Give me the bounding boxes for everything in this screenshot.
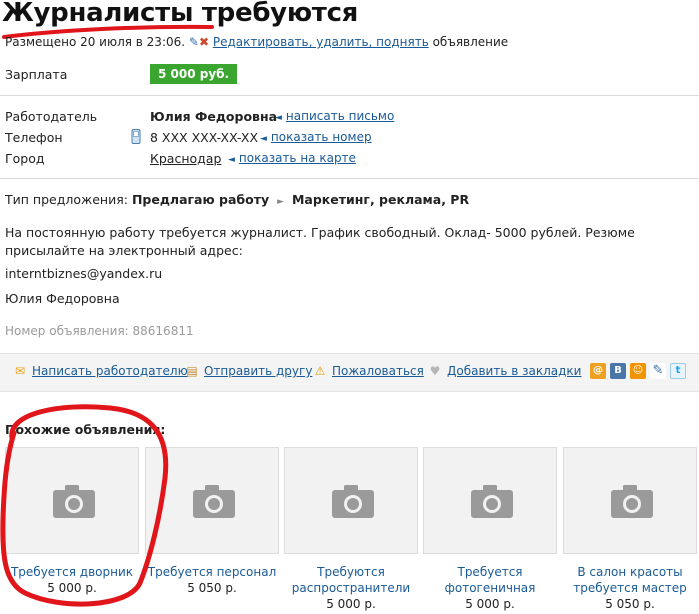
phone-icon: [131, 129, 141, 144]
similar-ad-price: 5 000 р.: [326, 597, 376, 611]
edit-icon: ✎: [188, 35, 199, 49]
phone-label: Телефон: [5, 130, 63, 145]
similar-ad-card[interactable]: В салон красоты требуется мастер 5 050 р.: [563, 447, 697, 612]
warning-icon: ⚠: [314, 364, 326, 378]
offer-type-row: Тип предложения: Предлагаю работу ► Марк…: [5, 192, 469, 207]
show-number-link[interactable]: ◄ показать номер: [260, 130, 372, 144]
city-link[interactable]: Краснодар: [150, 151, 221, 166]
similar-ad-thumbnail[interactable]: [423, 447, 557, 554]
clipboard-icon: ▤: [186, 364, 198, 378]
offer-category: Маркетинг, реклама, PR: [291, 192, 470, 207]
heart-icon: ♥: [429, 364, 441, 378]
complain-button[interactable]: ⚠ Пожаловаться: [313, 364, 424, 378]
contact-email: interntbiznes@yandex.ru: [5, 266, 163, 281]
camera-icon: [471, 485, 513, 518]
salary-badge: 5 000 руб.: [150, 64, 238, 84]
offer-type-label: Тип предложения:: [5, 192, 128, 207]
ad-number: Номер объявления: 88616811: [5, 324, 194, 338]
similar-ad-thumbnail[interactable]: [563, 447, 697, 554]
camera-icon: [332, 485, 374, 518]
edit-ad-link[interactable]: Редактировать, удалить, поднять: [213, 35, 429, 49]
actions-bar: ✉ Написать работодателю ▤ Отправить другу …: [0, 353, 699, 392]
similar-ad-title[interactable]: В салон красоты требуется мастер: [563, 564, 697, 596]
similar-ad-thumbnail[interactable]: [284, 447, 418, 554]
similar-ad-title[interactable]: Требуются распространители: [284, 564, 418, 596]
phone-value: 8 XXX XXX-XX-XX: [150, 130, 259, 145]
chevron-right-icon: ►: [277, 197, 284, 207]
red-underline-annotation: [2, 24, 214, 39]
odnoklassniki-icon[interactable]: ☺: [630, 363, 646, 379]
show-on-map-link[interactable]: ◄ показать на карте: [228, 151, 356, 165]
write-employer-button[interactable]: ✉ Написать работодателю: [13, 364, 188, 378]
camera-icon: [193, 485, 235, 518]
divider: [0, 178, 699, 179]
employer-label: Работодатель: [5, 109, 98, 124]
similar-ad-price: 5 050 р.: [605, 597, 655, 611]
employer-name: Юлия Федоровна: [150, 109, 278, 124]
red-circle-annotation: [0, 404, 169, 607]
divider: [0, 95, 699, 96]
signature: Юлия Федоровна: [5, 291, 120, 306]
camera-icon: [611, 485, 653, 518]
offer-type: Предлагаю работу: [131, 192, 270, 207]
arrow-left-icon: ◄: [275, 113, 282, 123]
arrow-left-icon: ◄: [228, 155, 235, 165]
similar-ad-card[interactable]: Требуется фотогеничная 5 000 р.: [423, 447, 557, 612]
similar-ad-price: 5 000 р.: [465, 597, 515, 611]
similar-ad-title[interactable]: Требуется фотогеничная: [423, 564, 557, 596]
city-label: Город: [5, 151, 45, 166]
meta-suffix: объявление: [432, 35, 509, 49]
similar-ad-card[interactable]: Требуются распространители 5 000 р.: [284, 447, 418, 612]
arrow-left-icon: ◄: [260, 134, 267, 144]
posted-meta: Размещено 20 июля в 23:06. ✎✖ Редактиров…: [5, 35, 508, 49]
bookmark-button[interactable]: ♥ Добавить в закладки: [428, 364, 582, 378]
delete-icon: ✖: [198, 35, 210, 49]
ad-description: На постоянную работу требуется журналист…: [5, 225, 635, 258]
send-friend-button[interactable]: ▤ Отправить другу: [185, 364, 312, 378]
mail-ru-icon[interactable]: @: [590, 363, 606, 379]
vkontakte-icon[interactable]: B: [610, 363, 626, 379]
livejournal-icon[interactable]: ✎: [650, 363, 666, 379]
salary-label: Зарплата: [5, 67, 68, 82]
posted-date: Размещено 20 июля в 23:06.: [5, 35, 186, 49]
write-letter-link[interactable]: ◄ написать письмо: [275, 109, 394, 123]
envelope-icon: ✉: [14, 364, 26, 378]
twitter-icon[interactable]: t: [670, 363, 686, 379]
